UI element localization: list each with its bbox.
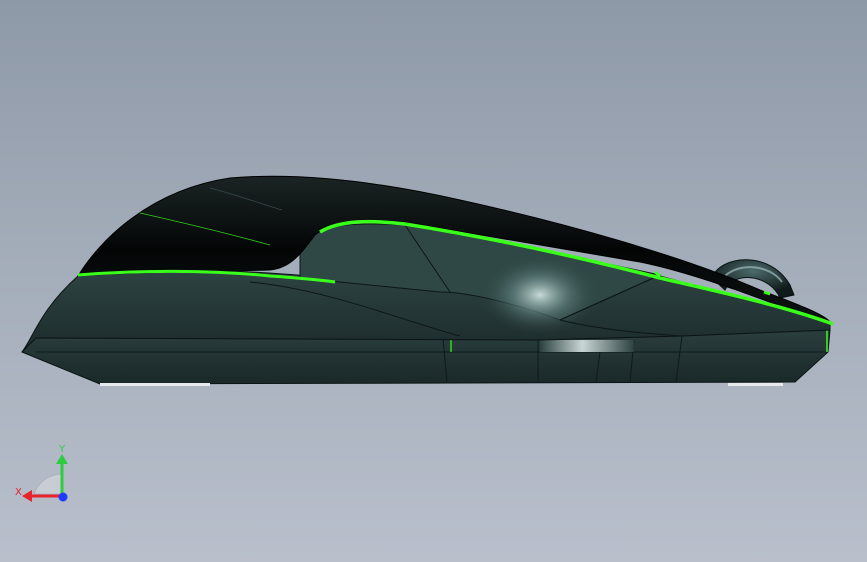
y-axis-label: Y: [58, 444, 66, 455]
z-axis-dot: [58, 492, 68, 502]
graphics-viewport[interactable]: Y X: [0, 0, 867, 562]
x-axis-label: X: [15, 487, 22, 498]
foot-rear: [728, 383, 783, 386]
mouse-3d-model[interactable]: [0, 0, 867, 562]
foot-front: [100, 383, 210, 386]
axis-triad: Y X: [12, 440, 76, 510]
